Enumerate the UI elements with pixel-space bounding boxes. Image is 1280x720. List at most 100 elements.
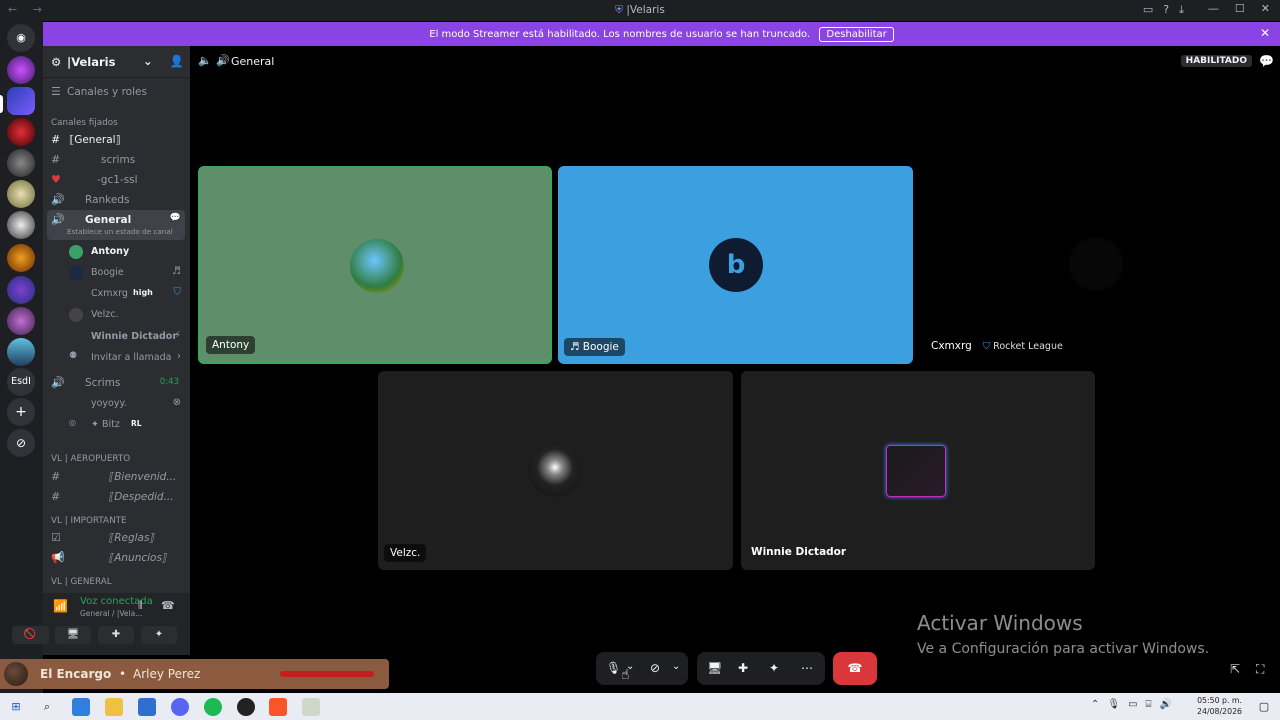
server-icon-9[interactable] [7, 307, 35, 335]
battery-icon[interactable]: ▭ [1128, 699, 1137, 710]
clock[interactable]: 05:50 p. m. 24/08/2026 [1197, 695, 1242, 717]
discord-app-icon[interactable] [171, 698, 189, 716]
voice-user[interactable]: Winnie Dictador ⚡ [67, 327, 185, 347]
chevron-up-icon[interactable]: ⌃ [1091, 699, 1099, 710]
disconnect-icon[interactable]: ☎ [161, 599, 175, 612]
channel-general-voice[interactable]: 🔊 General Establece un estado de canal 💬 [47, 210, 185, 240]
server-icon-1[interactable] [7, 56, 35, 84]
end-call-button[interactable]: ☎ [833, 652, 877, 685]
invite-to-call-link[interactable]: ⚉ Invitar a llamada › [67, 348, 185, 368]
bolt-icon: ⚡ [173, 330, 181, 341]
screen-share-button[interactable]: 🖥 [55, 626, 91, 644]
banner-close-icon[interactable]: ✕ [1260, 26, 1270, 40]
add-server-icon[interactable]: + [7, 398, 35, 426]
soundboard-button[interactable]: ✦ [141, 626, 177, 644]
app-icon[interactable] [237, 698, 255, 716]
store-icon[interactable] [138, 698, 156, 716]
chat-icon[interactable]: 💬 [1259, 54, 1274, 68]
file-explorer-icon[interactable] [105, 698, 123, 716]
participant-tile-winnie[interactable]: Winnie Dictador [741, 371, 1095, 570]
voice-user[interactable]: Antony [67, 242, 185, 262]
chat-icon[interactable]: 💬 [170, 213, 181, 223]
participant-tile-velzc[interactable]: Velzc. [378, 371, 733, 570]
activities-icon[interactable]: ✚ [738, 661, 748, 675]
spotify-icon[interactable] [204, 698, 222, 716]
mic-camera-controls: 🎙 ⌄ ⊘ ⌄ [596, 652, 688, 685]
chevron-right-icon: › [177, 351, 181, 362]
voice-user[interactable]: Cxmxrg high ⛉ [67, 284, 185, 304]
server-gear-icon[interactable]: ⚙ [51, 55, 61, 69]
search-icon[interactable]: ⌕ [38, 698, 56, 716]
soundboard-icon[interactable]: ✦ [769, 661, 779, 675]
voice-user[interactable]: ◎ ✦ Bitz RL [67, 415, 185, 435]
mouse-cursor-icon: ☝ [621, 667, 630, 683]
close-window-button[interactable]: ✕ [1261, 2, 1270, 15]
notepad-icon[interactable] [302, 698, 320, 716]
channel-reglas[interactable]: ☑ ⟦Reglas⟧ [47, 528, 185, 548]
channel-bienvenida[interactable]: # ⟦Bienvenid... [47, 467, 185, 487]
participant-tile-boogie[interactable]: b ♬ Boogie [558, 166, 913, 364]
voice-channel-info[interactable]: General / |Vela... [80, 609, 142, 618]
volume-icon[interactable]: 🔊 [1160, 699, 1172, 710]
server-icon-3[interactable] [7, 118, 35, 146]
chevron-down-icon[interactable]: ⌄ [672, 661, 680, 672]
voice-user[interactable]: yoyoyy. ⊗ [67, 394, 185, 414]
microphone-icon[interactable]: 🎙 [1107, 699, 1120, 710]
streamer-badge[interactable]: HABILITADO [1180, 55, 1252, 67]
category-header[interactable]: VL | GENERAL [51, 577, 112, 587]
microphone-icon[interactable]: 🎙 [606, 661, 621, 675]
channel-gc1-ssl[interactable]: ♥ -gc1-ssl [47, 170, 185, 190]
channels-and-roles-link[interactable]: ☰ Canales y roles [47, 82, 185, 102]
server-icon-7[interactable] [7, 244, 35, 272]
voice-user[interactable]: Boogie ♬ [67, 263, 185, 283]
download-icon[interactable]: ⤓ [1179, 3, 1184, 17]
start-icon[interactable]: ⊞ [7, 698, 25, 716]
category-header[interactable]: VL | AEROPUERTO [51, 454, 130, 464]
server-icon-esdl[interactable]: EsdI [7, 368, 35, 396]
server-icon-4[interactable] [7, 149, 35, 177]
server-icon-8[interactable] [7, 276, 35, 304]
channel-anuncios[interactable]: 📢 ⟦Anuncios⟧ [47, 548, 185, 568]
explore-icon[interactable]: ⊘ [7, 429, 35, 457]
server-icon-velaris[interactable] [7, 87, 35, 115]
participant-tile-cxmxrg[interactable]: Cxmxrg ⛉ Rocket League [919, 166, 1274, 364]
more-options-icon[interactable]: ⋯ [801, 661, 813, 675]
activities-button[interactable]: ✚ [98, 626, 134, 644]
inbox-icon[interactable]: ▭ [1143, 3, 1153, 17]
voice-connection-panel: 📶 Voz conectada General / |Vela... ⫴ ☎ [13, 593, 190, 655]
activate-subtitle: Ve a Configuración para activar Windows. [917, 641, 1210, 657]
noise-suppression-icon[interactable]: ⫴ [138, 599, 143, 613]
network-icon[interactable]: ⌸ [1146, 699, 1152, 710]
fullscreen-icon[interactable]: ⛶ [1256, 662, 1264, 677]
help-icon[interactable]: ? [1163, 3, 1169, 17]
camera-off-icon[interactable]: ⊘ [650, 661, 660, 675]
minimize-button[interactable]: — [1208, 2, 1219, 15]
video-off-button[interactable]: 🚫 [12, 626, 48, 644]
server-header[interactable]: ⚙ |Velaris ⌄ 👤 [43, 46, 190, 78]
maximize-button[interactable]: ☐ [1235, 2, 1245, 15]
discord-home-icon[interactable]: ◉ [7, 24, 35, 52]
discord-shield-icon: ⛨ [615, 4, 627, 16]
channel-scrims[interactable]: # scrims [47, 150, 185, 170]
server-icon-6[interactable] [7, 211, 35, 239]
screen-share-icon[interactable]: 🖥 [707, 661, 722, 675]
progress-bar[interactable] [280, 671, 374, 677]
pop-out-icon[interactable]: ⇱ [1230, 662, 1240, 676]
brave-icon[interactable] [269, 698, 287, 716]
hash-icon: # [51, 470, 61, 483]
photos-icon[interactable] [72, 698, 90, 716]
channel-status[interactable]: Establece un estado de canal [67, 227, 173, 236]
channel-despedida[interactable]: # ⟦Despedid... [47, 487, 185, 507]
now-playing-bar[interactable]: El Encargo • Arley Perez [0, 659, 389, 689]
server-icon-10[interactable] [7, 338, 35, 366]
category-header[interactable]: VL | IMPORTANTE [51, 516, 127, 526]
notifications-icon[interactable]: ▢ [1255, 698, 1273, 716]
server-icon-5[interactable] [7, 180, 35, 208]
invite-people-icon[interactable]: 👤 [170, 54, 184, 68]
disable-streamer-button[interactable]: Deshabilitar [819, 27, 894, 42]
participant-tile-antony[interactable]: Antony [198, 166, 552, 364]
channel-rankeds[interactable]: 🔊 Rankeds [47, 190, 185, 210]
voice-user[interactable]: Velzc. [67, 305, 185, 325]
channel-general-text[interactable]: # ⟦General⟧ [47, 130, 185, 150]
channel-scrims-voice[interactable]: 🔊 Scrims 0:43 [47, 373, 185, 393]
